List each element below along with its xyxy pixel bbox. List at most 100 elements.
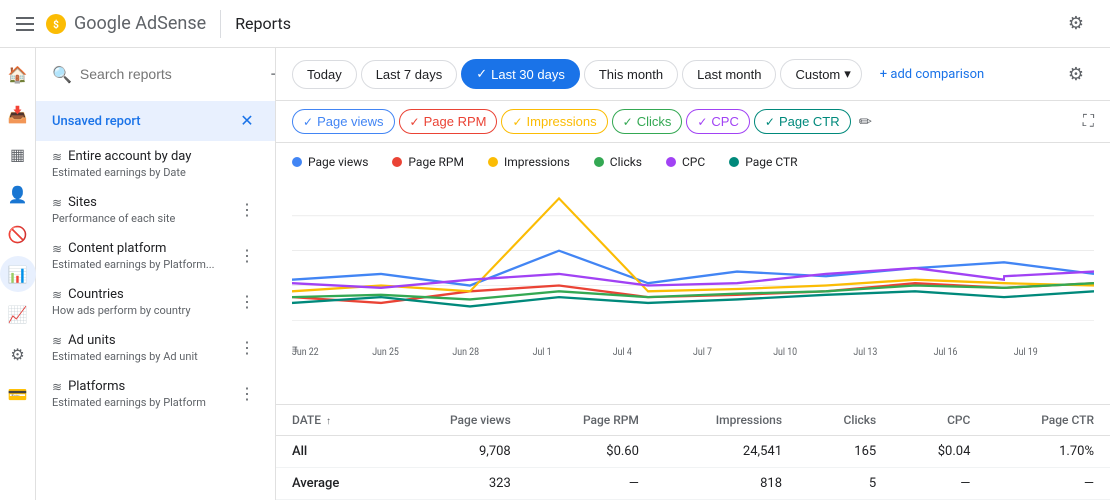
today-button[interactable]: Today	[292, 60, 357, 89]
legend-item-page-ctr: Page CTR	[729, 155, 797, 169]
search-input[interactable]	[80, 66, 261, 82]
close-report-button[interactable]: ✕	[235, 109, 259, 133]
cell-cpc-average: —	[892, 468, 986, 500]
svg-text:Jul 4: Jul 4	[613, 347, 632, 359]
metric-tab-page-views[interactable]: ✓ Page views	[292, 109, 395, 134]
cell-impressions-all: 24,541	[655, 436, 798, 468]
sort-icon-date[interactable]: ↑	[326, 416, 331, 427]
svg-text:$: $	[53, 18, 59, 31]
legend-dot-cpc	[666, 157, 676, 167]
sidebar-item-more-5[interactable]: ⋮	[235, 382, 259, 406]
chart-legend: Page views Page RPM Impressions Clicks C…	[292, 155, 1094, 169]
legend-label-page-ctr: Page CTR	[745, 155, 797, 169]
check-icon-page-rpm: ✓	[410, 115, 420, 129]
expand-chart-button[interactable]: ⛶	[1083, 113, 1094, 131]
metric-tab-page-rpm[interactable]: ✓ Page RPM	[399, 109, 498, 134]
check-icon-impressions: ✓	[512, 115, 522, 129]
legend-label-clicks: Clicks	[610, 155, 642, 169]
last-month-button[interactable]: Last month	[682, 60, 776, 89]
data-table-section: DATE ↑ Page views Page RPM Impressions C…	[276, 404, 1110, 500]
topbar: $ Google AdSense Reports ⚙	[0, 0, 1110, 48]
last7-button[interactable]: Last 7 days	[361, 60, 458, 89]
check-icon-cpc: ✓	[697, 115, 707, 129]
sidebar-item-more-2[interactable]: ⋮	[235, 244, 259, 268]
legend-item-page-views: Page views	[292, 155, 368, 169]
squiggle-icon-1: ≋	[52, 196, 62, 210]
date-bar-right: ⚙	[1058, 56, 1094, 92]
squiggle-icon-2: ≋	[52, 242, 62, 256]
nav-inbox-icon[interactable]: 📥	[0, 96, 36, 132]
sidebar-item-content-platform[interactable]: ≋ Content platform Estimated earnings by…	[36, 233, 275, 279]
legend-item-page-rpm: Page RPM	[392, 155, 464, 169]
sidebar-item-platforms[interactable]: ≋ Platforms Estimated earnings by Platfo…	[36, 371, 275, 417]
nav-block-icon[interactable]: 🚫	[0, 216, 36, 252]
nav-optimize-icon[interactable]: ⚙	[0, 336, 36, 372]
sidebar-item-title-1: Sites	[68, 195, 97, 210]
svg-text:Jul 16: Jul 16	[934, 347, 958, 359]
cell-page-views-average: 323	[392, 468, 527, 500]
sidebar-item-title-0: Entire account by day	[68, 149, 191, 164]
data-table: DATE ↑ Page views Page RPM Impressions C…	[276, 405, 1110, 500]
sidebar-item-countries[interactable]: ≋ Countries How ads perform by country ⋮	[36, 279, 275, 325]
active-report-item[interactable]: Unsaved report ✕	[36, 101, 275, 141]
col-header-page-ctr: Page CTR	[986, 405, 1110, 436]
legend-dot-page-rpm	[392, 157, 402, 167]
sidebar-item-title-4: Ad units	[68, 333, 116, 348]
nav-reports-icon[interactable]: 📊	[0, 256, 36, 292]
legend-label-cpc: CPC	[682, 155, 705, 169]
col-header-date: DATE ↑	[276, 405, 392, 436]
metric-tab-cpc[interactable]: ✓ CPC	[686, 109, 750, 134]
svg-text:Jun 28: Jun 28	[452, 347, 479, 359]
layout: 🏠 📥 ▦ 👤 🚫 📊 📈 ⚙ 💳 🔍 ＋ Unsaved report ✕ ≋…	[0, 48, 1110, 500]
sidebar-item-sub-1: Performance of each site	[52, 212, 235, 225]
cell-clicks-average: 5	[798, 468, 892, 500]
sidebar-item-ad-units[interactable]: ≋ Ad units Estimated earnings by Ad unit…	[36, 325, 275, 371]
squiggle-icon-3: ≋	[52, 288, 62, 302]
add-comparison-button[interactable]: + add comparison	[870, 61, 994, 88]
nav-home-icon[interactable]: 🏠	[0, 56, 36, 92]
hamburger-menu[interactable]	[16, 17, 34, 31]
col-header-impressions: Impressions	[655, 405, 798, 436]
table-row-average: Average 323 — 818 5 — —	[276, 468, 1110, 500]
cell-impressions-average: 818	[655, 468, 798, 500]
svg-text:Jul 13: Jul 13	[853, 347, 877, 359]
nav-payments-icon[interactable]: 💳	[0, 376, 36, 412]
last30-button[interactable]: ✓ Last 30 days	[461, 59, 580, 89]
nav-content-icon[interactable]: ▦	[0, 136, 36, 172]
this-month-button[interactable]: This month	[584, 60, 678, 89]
settings-button[interactable]: ⚙	[1058, 6, 1094, 42]
edit-metrics-icon[interactable]: ✏	[859, 112, 872, 131]
metric-tab-impressions[interactable]: ✓ Impressions	[501, 109, 607, 134]
sidebar-item-more-1[interactable]: ⋮	[235, 198, 259, 222]
topbar-left: $ Google AdSense Reports	[16, 10, 291, 38]
nav-users-icon[interactable]: 👤	[0, 176, 36, 212]
cell-page-views-all: 9,708	[392, 436, 527, 468]
custom-button[interactable]: Custom ▾	[780, 59, 861, 89]
legend-label-page-rpm: Page RPM	[408, 155, 464, 169]
sidebar-item-more-4[interactable]: ⋮	[235, 336, 259, 360]
check-icon-page-ctr: ✓	[765, 115, 775, 129]
col-header-page-views: Page views	[392, 405, 527, 436]
chart-svg: Jun 22 Jun 25 Jun 28 Jul 1 Jul 4 Jul 7 J…	[292, 181, 1094, 361]
table-header-row: DATE ↑ Page views Page RPM Impressions C…	[276, 405, 1110, 436]
add-report-button[interactable]: ＋	[269, 60, 276, 88]
nav-analytics-icon[interactable]: 📈	[0, 296, 36, 332]
legend-label-page-views: Page views	[308, 155, 368, 169]
cell-date-average: Average	[276, 468, 392, 500]
legend-item-impressions: Impressions	[488, 155, 570, 169]
squiggle-icon-0: ≋	[52, 150, 62, 164]
col-header-cpc: CPC	[892, 405, 986, 436]
svg-text:≡: ≡	[292, 342, 298, 356]
legend-item-cpc: CPC	[666, 155, 705, 169]
logo-text: Google AdSense	[74, 13, 206, 34]
sidebar-item-sub-4: Estimated earnings by Ad unit	[52, 350, 235, 363]
sidebar-item-entire-account[interactable]: ≋ Entire account by day Estimated earnin…	[36, 141, 275, 187]
sidebar-item-title-3: Countries	[68, 287, 124, 302]
check-icon-page-views: ✓	[303, 115, 313, 129]
sidebar-item-sub-3: How ads perform by country	[52, 304, 235, 317]
sidebar-item-sites[interactable]: ≋ Sites Performance of each site ⋮	[36, 187, 275, 233]
chart-settings-button[interactable]: ⚙	[1058, 56, 1094, 92]
sidebar-item-more-3[interactable]: ⋮	[235, 290, 259, 314]
metric-tab-page-ctr[interactable]: ✓ Page CTR	[754, 109, 851, 134]
metric-tab-clicks[interactable]: ✓ Clicks	[612, 109, 683, 134]
